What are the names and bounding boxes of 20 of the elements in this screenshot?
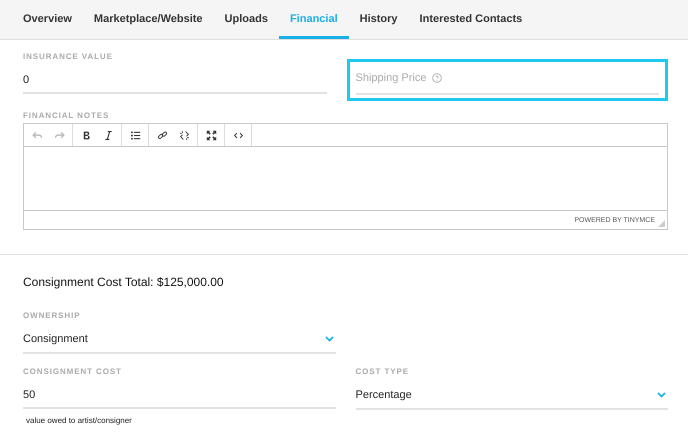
helper-text: value owed to artist/consigner [25, 415, 133, 427]
total-text: Consignment Cost Total: $125,000.00 [23, 275, 225, 291]
field-label: INSURANCE VALUE [23, 52, 114, 62]
field-label: OWNERSHIP [23, 311, 82, 321]
tab[interactable]: Interested Contacts [408, 0, 534, 39]
field-label: CONSIGNMENT COST [23, 367, 123, 377]
select-field[interactable]: Consignment [23, 321, 336, 354]
input-field[interactable]: 50 [23, 377, 336, 409]
select-field[interactable]: Percentage [356, 377, 668, 410]
tab[interactable]: Uploads [214, 0, 279, 39]
input-field[interactable]: 0 [23, 62, 326, 94]
tab[interactable]: History [348, 0, 409, 39]
help-icon [432, 72, 442, 82]
tab[interactable]: Marketplace/Website [82, 0, 214, 39]
chevron-icon [657, 392, 666, 398]
field-label: FINANCIAL NOTES [23, 111, 110, 121]
chevron-icon [324, 336, 334, 342]
field-label: COST TYPE [356, 367, 410, 377]
resize-handle-icon[interactable] [658, 220, 665, 227]
tab[interactable]: Overview [12, 0, 83, 39]
